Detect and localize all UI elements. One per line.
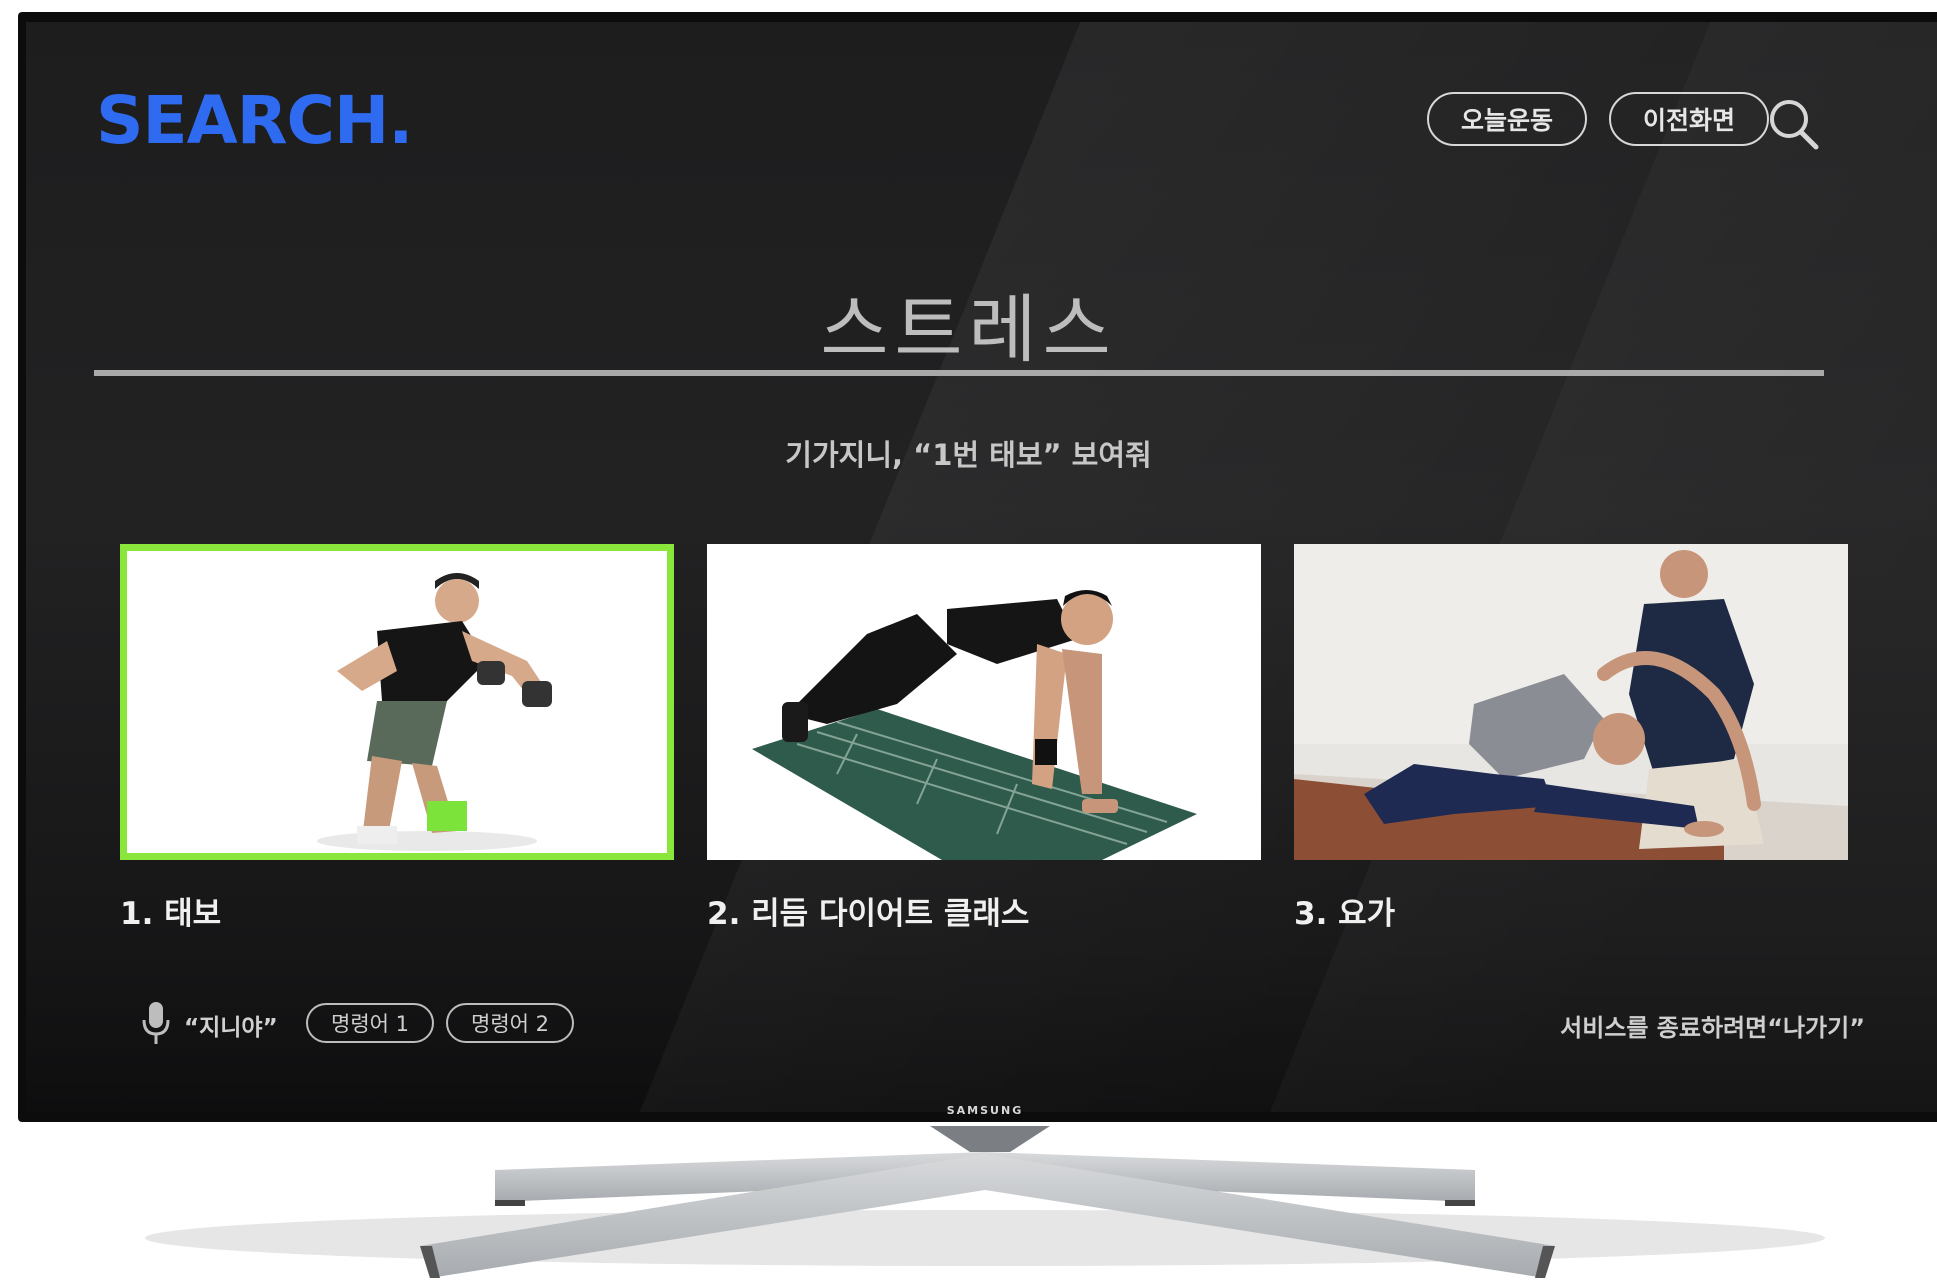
video-card-taebo[interactable] xyxy=(120,544,674,860)
yoga-thumbnail xyxy=(1294,544,1848,860)
wake-word: “지니야” xyxy=(184,1015,278,1041)
microphone-icon xyxy=(142,1002,170,1044)
tv-stand xyxy=(145,1126,1825,1278)
app-logo: SEARCH. xyxy=(96,82,413,159)
previous-screen-button[interactable]: 이전화면 xyxy=(1609,92,1769,146)
command-1-button[interactable]: 명령어 1 xyxy=(306,1003,434,1043)
video-card-label: 2. 리듬 다이어트 클래스 xyxy=(707,896,1030,932)
voice-hint: 기가지니, “1번 태보” 보여줘 xyxy=(785,438,1152,472)
video-card-label: 3. 요가 xyxy=(1294,896,1396,932)
video-card-yoga[interactable] xyxy=(1294,544,1848,860)
video-card-rhythm-diet[interactable] xyxy=(707,544,1261,860)
title-divider xyxy=(94,370,1824,376)
command-2-button[interactable]: 명령어 2 xyxy=(446,1003,574,1043)
page-title: 스트레스 xyxy=(820,287,1117,373)
search-icon[interactable] xyxy=(1764,94,1824,154)
today-workout-button[interactable]: 오늘운동 xyxy=(1427,92,1587,146)
video-card-label: 1. 태보 xyxy=(120,896,222,932)
brand-logo: SAMSUNG xyxy=(946,1104,1024,1117)
taebo-thumbnail xyxy=(127,551,667,853)
exit-hint: 서비스를 종료하려면“나가기” xyxy=(1560,1014,1865,1042)
rhythm-diet-thumbnail xyxy=(707,544,1261,860)
